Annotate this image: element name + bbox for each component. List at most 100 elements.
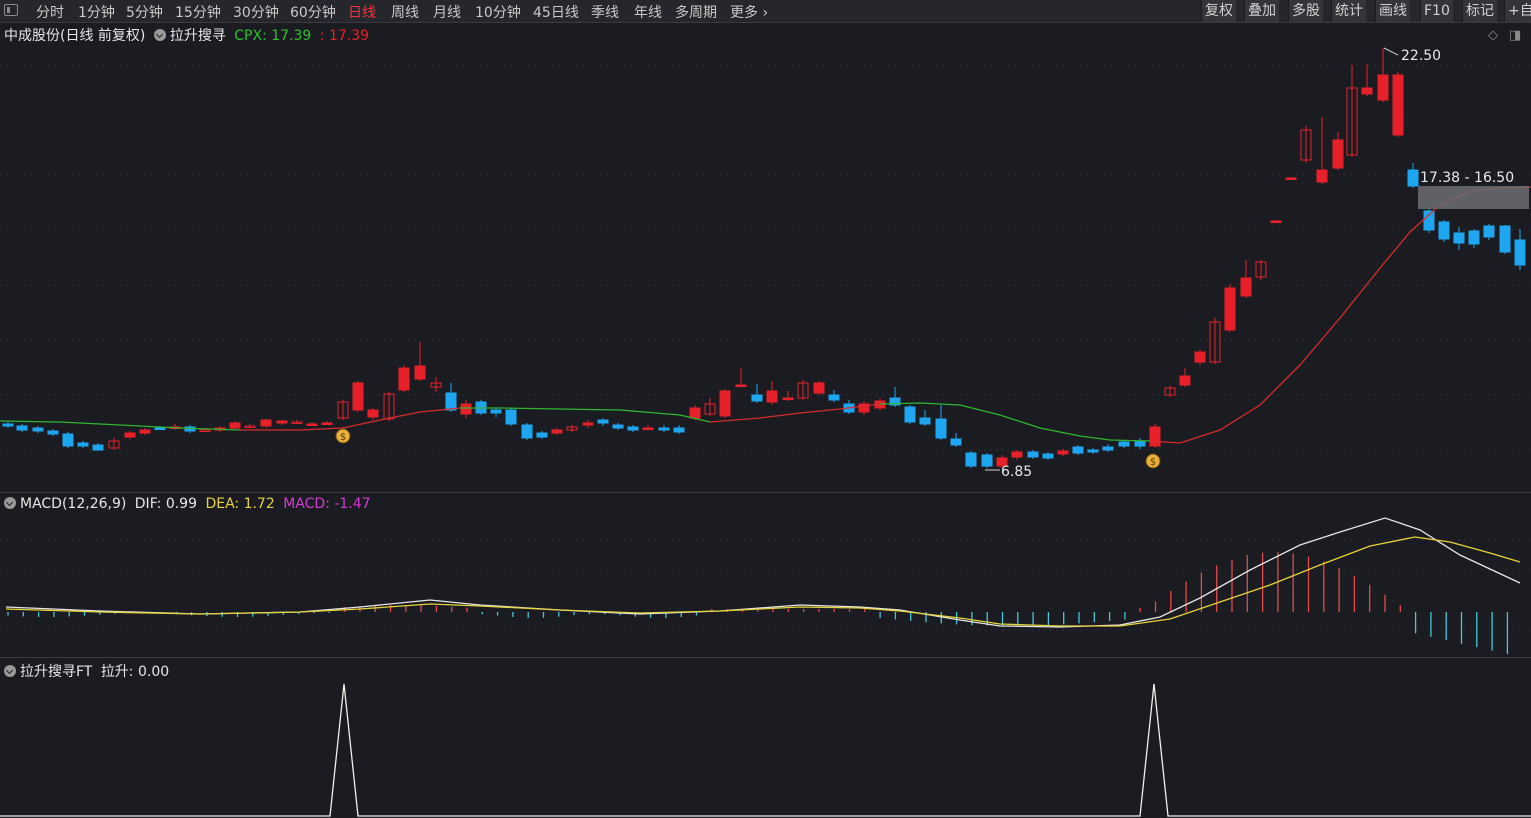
toolbar-button-1[interactable]: 叠加 xyxy=(1244,0,1279,22)
candle-body xyxy=(689,407,701,419)
toolbar-button-7[interactable]: +自 xyxy=(1504,0,1531,22)
toolbar-button-2[interactable]: 多股 xyxy=(1288,0,1323,22)
range-label: 17.38 - 16.50 xyxy=(1420,170,1514,186)
candle-body xyxy=(1392,74,1404,136)
period-tab-9[interactable]: 10分钟 xyxy=(475,2,521,22)
signal-marker-glyph: $ xyxy=(340,432,346,443)
signal-marker-glyph: $ xyxy=(1150,457,1156,468)
toolbar-button-6[interactable]: 标记 xyxy=(1462,0,1497,22)
candle-body xyxy=(1423,210,1435,231)
toolbar-button-3[interactable]: 统计 xyxy=(1331,0,1366,22)
candle-body xyxy=(154,427,166,430)
candle-body xyxy=(612,424,624,429)
candle-body xyxy=(2,423,14,427)
candle-body xyxy=(782,397,794,400)
candle-body xyxy=(1134,440,1146,447)
candle-body xyxy=(321,422,333,425)
candle-body xyxy=(1072,446,1084,454)
candle-body xyxy=(551,429,563,434)
candle-body xyxy=(1011,451,1023,458)
candle-body xyxy=(1057,450,1069,455)
ma-line-red-1 xyxy=(240,407,461,431)
price-range-band xyxy=(1418,186,1529,209)
low-label: 6.85 xyxy=(1001,464,1032,480)
candle-body xyxy=(124,432,136,438)
candle-body xyxy=(460,403,472,415)
ma-line-red-2 xyxy=(709,403,881,423)
toolbar-button-4[interactable]: 画线 xyxy=(1375,0,1410,22)
period-tab-8[interactable]: 月线 xyxy=(433,2,461,22)
candle-body xyxy=(719,390,731,417)
candle-body xyxy=(521,424,533,439)
candle-body xyxy=(981,454,993,467)
lasheng-spike-line xyxy=(0,683,1531,817)
period-tab-4[interactable]: 30分钟 xyxy=(233,2,279,22)
candle-body xyxy=(627,426,639,431)
candle-body xyxy=(950,438,962,446)
candle-body xyxy=(1361,87,1373,95)
candle-body xyxy=(92,444,104,451)
panel-toggle-icon[interactable] xyxy=(4,4,18,16)
candle-body xyxy=(47,430,59,435)
candle-body xyxy=(1118,441,1130,447)
candle-body xyxy=(1285,177,1297,180)
candle-body xyxy=(1224,287,1236,331)
candle-body xyxy=(597,419,609,424)
candle-body xyxy=(1316,169,1328,183)
period-tab-11[interactable]: 季线 xyxy=(591,2,619,22)
candle-body xyxy=(1453,232,1465,244)
candle-body xyxy=(1179,375,1191,386)
toolbar-button-5[interactable]: F10 xyxy=(1420,0,1453,22)
period-tab-10[interactable]: 45日线 xyxy=(533,2,579,22)
candle-body xyxy=(77,442,89,447)
candle-body xyxy=(965,452,977,467)
candle-body xyxy=(1377,74,1389,101)
candle-body xyxy=(673,427,685,433)
candle-body xyxy=(536,432,548,438)
candle-body xyxy=(414,365,426,380)
high-arrow xyxy=(1383,47,1399,56)
period-tab-6[interactable]: 日线 xyxy=(348,2,376,22)
candle-body xyxy=(1514,239,1526,266)
period-tab-0[interactable]: 分时 xyxy=(36,2,64,22)
candle-body xyxy=(1149,426,1161,447)
candle-body xyxy=(658,427,670,431)
candle-body xyxy=(642,427,654,430)
candle-body xyxy=(828,394,840,401)
kline-chart[interactable]: $ $17.38 - 16.50 22.50 6.85 xyxy=(0,23,1531,818)
period-tab-14[interactable]: 更多 › xyxy=(730,2,768,22)
candle-body xyxy=(490,409,502,414)
candle-body xyxy=(751,394,763,402)
candle-body xyxy=(367,409,379,418)
candle-body xyxy=(1240,277,1252,297)
period-tab-2[interactable]: 5分钟 xyxy=(126,2,163,22)
candle-body xyxy=(1499,225,1511,253)
candle-body xyxy=(1087,449,1099,453)
toolbar-button-0[interactable]: 复权 xyxy=(1201,0,1236,22)
candle-body xyxy=(1027,451,1039,458)
candle-body xyxy=(62,433,74,447)
candle-body xyxy=(276,420,288,424)
candle-body xyxy=(16,425,28,431)
period-tab-13[interactable]: 多周期 xyxy=(675,2,717,22)
ma-line-red-3 xyxy=(1149,186,1531,444)
candle-body xyxy=(139,429,151,434)
candle-body xyxy=(904,406,916,423)
candle-body xyxy=(1483,225,1495,238)
candle-body xyxy=(766,390,778,403)
candle-body xyxy=(229,422,241,429)
period-tab-5[interactable]: 60分钟 xyxy=(290,2,336,22)
candle-body xyxy=(919,417,931,425)
period-tab-1[interactable]: 1分钟 xyxy=(78,2,115,22)
period-tab-12[interactable]: 年线 xyxy=(634,2,662,22)
candle-body xyxy=(1438,221,1450,240)
candle-body xyxy=(352,382,364,411)
candle-body xyxy=(582,422,594,426)
period-tab-3[interactable]: 15分钟 xyxy=(175,2,221,22)
period-tab-7[interactable]: 周线 xyxy=(391,2,419,22)
candle-body xyxy=(1102,446,1114,451)
candle-body xyxy=(445,392,457,411)
candle-body xyxy=(813,382,825,394)
candle-body xyxy=(32,427,44,432)
candle-body xyxy=(306,423,318,426)
